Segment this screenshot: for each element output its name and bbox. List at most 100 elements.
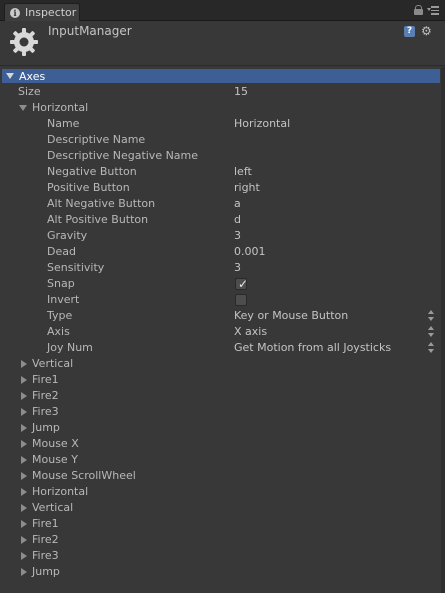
collapsed-arrow-icon [21,408,27,416]
field-label: Name [47,117,80,130]
field-row-dead: Dead 0.001 [0,244,440,260]
settings-gear-icon[interactable]: ⚙ [421,25,435,37]
axes-label: Axes [19,69,46,83]
axis-label: Mouse Y [32,453,78,466]
positive-button-field[interactable]: right [234,180,260,196]
inspector-tab[interactable]: i Inspector [4,3,80,21]
field-label: Type [47,309,73,322]
collapsed-arrow-icon [21,424,27,432]
axis-label: Vertical [32,357,74,370]
field-row-invert: Invert [0,292,440,308]
dead-field[interactable]: 0.001 [234,244,266,260]
invert-checkbox[interactable] [235,294,247,306]
expanded-arrow-icon [19,105,27,111]
field-row-alt-positive-button: Alt Positive Button d [0,212,440,228]
collapsed-arrow-icon [21,472,27,480]
field-row-descriptive-negative-name: Descriptive Negative Name [0,148,440,164]
collapsed-arrow-icon [21,536,27,544]
axis-foldout[interactable]: Vertical [0,356,440,372]
type-dropdown[interactable]: Key or Mouse Button [234,308,348,324]
field-row-alt-negative-button: Alt Negative Button a [0,196,440,212]
checkmark-icon: ✓ [238,277,249,291]
axis-label: Jump [32,565,60,578]
field-row-name: Name Horizontal [0,116,440,132]
axis-foldout[interactable]: Fire2 [0,388,440,404]
name-field[interactable]: Horizontal [234,116,290,132]
field-row-type: Type Key or Mouse Button [0,308,440,324]
axis-foldout[interactable]: Mouse ScrollWheel [0,468,440,484]
collapsed-arrow-icon [21,504,27,512]
negative-button-field[interactable]: left [234,164,252,180]
axis-foldout[interactable]: Fire1 [0,516,440,532]
field-row-descriptive-name: Descriptive Name [0,132,440,148]
field-label: Descriptive Negative Name [47,149,199,162]
alt-negative-button-field[interactable]: a [234,196,241,212]
dropdown-arrows-icon[interactable] [428,326,434,338]
field-row-axis: Axis X axis [0,324,440,340]
scrollbar[interactable] [441,67,445,593]
axis-label: Fire2 [32,389,59,402]
axes-foldout[interactable]: Axes [2,69,440,83]
collapsed-arrow-icon [21,552,27,560]
tab-controls [414,5,439,15]
expanded-arrow-icon [6,73,14,79]
alt-positive-button-field[interactable]: d [234,212,241,228]
axis-foldout[interactable]: Vertical [0,500,440,516]
axis-foldout[interactable]: Fire2 [0,532,440,548]
axis-label: Fire3 [32,549,59,562]
axis-dropdown[interactable]: X axis [234,324,267,340]
collapsed-arrow-icon [21,488,27,496]
sensitivity-field[interactable]: 3 [234,260,241,276]
axis-label: Mouse X [32,437,79,450]
collapsed-arrow-icon [21,376,27,384]
gravity-field[interactable]: 3 [234,228,241,244]
field-row-snap: Snap ✓ [0,276,440,292]
field-label: Gravity [47,229,88,242]
field-label: Dead [47,245,76,258]
field-row-sensitivity: Sensitivity 3 [0,260,440,276]
header-controls: ? ⚙ [404,25,435,37]
dropdown-arrows-icon[interactable] [428,342,434,354]
axis-foldout[interactable]: Fire3 [0,404,440,420]
collapsed-arrow-icon [21,520,27,528]
field-label: Invert [47,293,80,306]
axis-foldout[interactable]: Fire1 [0,372,440,388]
info-icon: i [10,7,20,18]
axis-foldout[interactable]: Jump [0,420,440,436]
field-label: Snap [47,277,75,290]
lock-icon[interactable] [414,5,423,15]
joy-num-dropdown[interactable]: Get Motion from all Joysticks [234,340,391,356]
field-row-joy-num: Joy Num Get Motion from all Joysticks [0,340,440,356]
tab-label: Inspector [25,6,77,19]
axis-foldout[interactable]: Jump [0,564,440,580]
field-label: Positive Button [47,181,130,194]
collapsed-arrow-icon [21,360,27,368]
collapsed-arrow-icon [21,568,27,576]
dropdown-arrows-icon[interactable] [428,310,434,322]
axis-foldout[interactable]: Horizontal [0,484,440,500]
axis-label: Fire1 [32,517,59,530]
collapsed-arrow-icon [21,440,27,448]
field-label: Sensitivity [47,261,105,274]
axis-label: Horizontal [32,485,89,498]
axis-label: Fire2 [32,533,59,546]
collapsed-arrow-icon [21,392,27,400]
axis-foldout[interactable]: Fire3 [0,548,440,564]
help-icon[interactable]: ? [404,25,415,37]
collapsed-arrow-icon [21,456,27,464]
axis-foldout[interactable]: Mouse Y [0,452,440,468]
size-field[interactable]: 15 [234,84,248,100]
snap-checkbox[interactable]: ✓ [235,277,249,291]
axis-label: Mouse ScrollWheel [32,469,136,482]
axis-label: Horizontal [32,101,89,114]
field-row-positive-button: Positive Button right [0,180,440,196]
field-label: Descriptive Name [47,133,146,146]
size-row: Size 15 [0,84,440,100]
axis-foldout-horizontal[interactable]: Horizontal [0,100,440,116]
field-row-gravity: Gravity 3 [0,228,440,244]
tab-menu-icon[interactable] [427,5,439,15]
field-label: Axis [47,325,70,338]
axis-label: Jump [32,421,60,434]
axis-foldout[interactable]: Mouse X [0,436,440,452]
inspector-header: InputManager ? ⚙ [0,21,445,66]
